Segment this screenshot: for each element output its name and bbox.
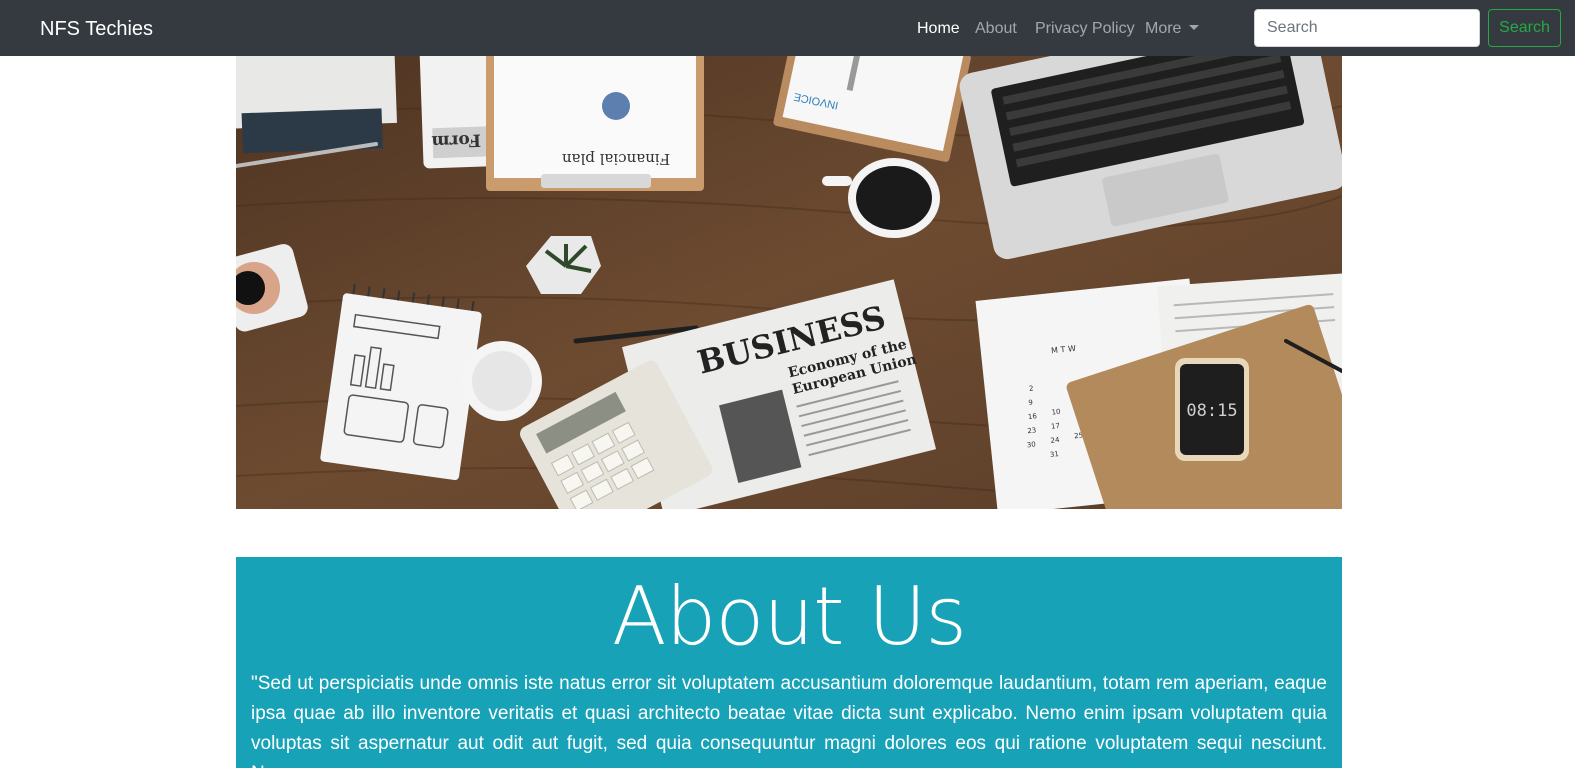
hero-image: Tax Refund Form Financial plan INVOICE — [236, 56, 1342, 509]
clipboard-financial-plan: Financial plan — [486, 56, 704, 191]
calendar-day: 30 — [1026, 440, 1036, 449]
navbar: NFS Techies Home About Privacy Policy Mo… — [0, 0, 1575, 56]
about-title: About Us — [611, 570, 967, 663]
calendar-day: 9 — [1028, 399, 1033, 407]
nav-link-privacy-policy[interactable]: Privacy Policy — [1035, 18, 1135, 40]
financial-plan-title: Financial plan — [562, 150, 671, 168]
spiral-notepad — [320, 284, 482, 481]
navbar-brand[interactable]: NFS Techies — [40, 15, 153, 43]
nav-dropdown-more[interactable]: More — [1145, 18, 1200, 40]
smartphone: 08:15 — [1175, 358, 1249, 461]
nav-link-home[interactable]: Home — [917, 18, 960, 40]
calendar-day: 24 — [1050, 436, 1060, 445]
calendar-day: 16 — [1028, 412, 1038, 421]
nav-link-about[interactable]: About — [975, 18, 1017, 40]
caret-down-icon — [1189, 25, 1200, 30]
search-input[interactable] — [1254, 9, 1480, 47]
phone-clock: 08:15 — [1186, 401, 1237, 421]
calendar-day: 2 — [1029, 384, 1034, 392]
about-paragraph: "Sed ut perspiciatis unde omnis iste nat… — [251, 673, 1327, 768]
search-button[interactable]: Search — [1488, 9, 1561, 47]
calendar-day: 10 — [1051, 408, 1061, 417]
calendar-day: 17 — [1051, 422, 1061, 431]
calendar-day: 23 — [1027, 426, 1037, 435]
nav-link-more-label: More — [1145, 20, 1182, 37]
newspaper-top-left — [236, 56, 397, 154]
cup-lid — [462, 341, 542, 421]
calendar-day: 31 — [1050, 450, 1060, 459]
about-section: About Us "Sed ut perspiciatis unde omnis… — [236, 557, 1342, 768]
